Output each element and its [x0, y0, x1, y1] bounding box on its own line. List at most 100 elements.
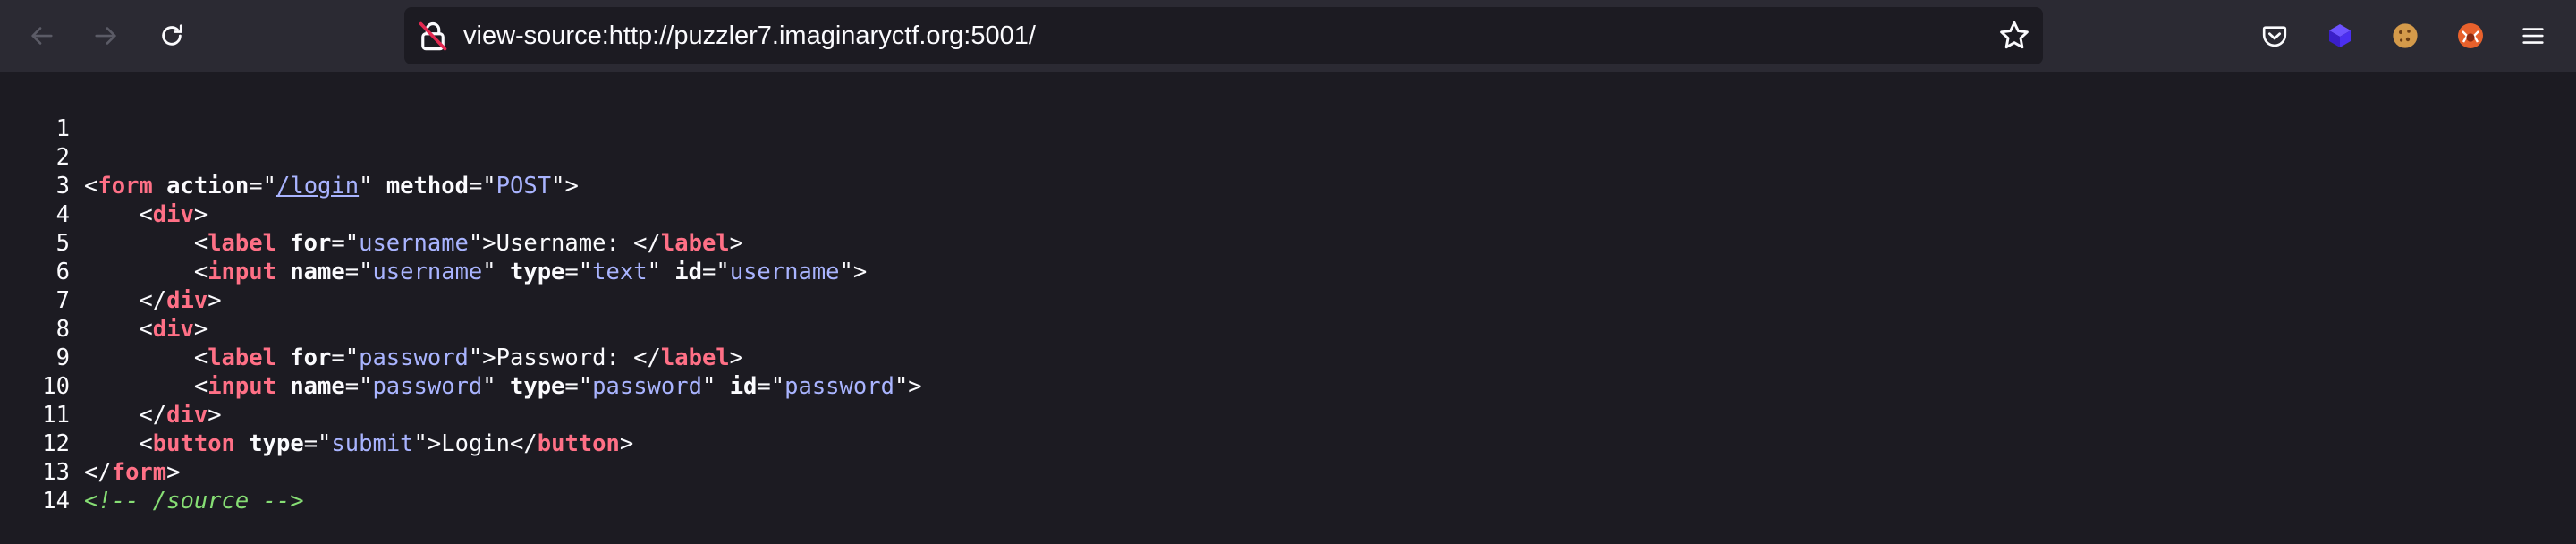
text-content: Login [441, 430, 511, 457]
token: </ [84, 459, 112, 486]
attr-name: type [510, 259, 565, 285]
tag-name: button [537, 430, 620, 457]
insecure-lock-icon[interactable] [417, 20, 449, 52]
token: > [193, 201, 208, 228]
token: =" [331, 344, 360, 371]
tag-name: div [152, 316, 194, 343]
attr-value: username [372, 259, 483, 285]
tag-name: input [208, 259, 276, 285]
tag-name: form [97, 173, 153, 200]
reload-button[interactable] [154, 18, 190, 54]
token: "> [551, 173, 579, 200]
tag-name: div [166, 287, 208, 314]
token: =" [702, 259, 730, 285]
star-icon[interactable] [1998, 20, 2030, 52]
pocket-icon [2262, 26, 2287, 47]
source-line: 6 </div> [0, 229, 222, 314]
token: < [84, 173, 98, 200]
extension-cookie-button[interactable] [2387, 18, 2423, 54]
token: </ [633, 344, 661, 371]
tag-name: button [152, 430, 235, 457]
url-bar[interactable]: view-source:http://puzzler7.imaginaryctf… [404, 7, 2043, 64]
source-link[interactable]: /login [276, 173, 359, 200]
token: </ [139, 402, 167, 429]
extension-fox-button[interactable] [2453, 18, 2488, 54]
line-number: 14 [42, 488, 70, 514]
attr-value: password [359, 344, 469, 371]
cube-extension-icon [2329, 24, 2351, 47]
tag-name: label [208, 344, 276, 371]
token: =" [344, 373, 373, 400]
line-code: <!-- /source --> [84, 487, 304, 515]
token: </ [510, 430, 538, 457]
attr-value: password [592, 373, 702, 400]
attr-name: method [386, 173, 469, 200]
attr-value: POST [496, 173, 552, 200]
token: "> [894, 373, 922, 400]
token: =" [249, 173, 276, 200]
token: " [647, 259, 661, 285]
source-line: 4 <label for="username">Username: </labe… [0, 172, 743, 257]
tag-name: label [208, 230, 276, 257]
attr-value: username [729, 259, 840, 285]
attr-value: username [359, 230, 469, 257]
source-line: 1 [0, 86, 70, 142]
source-line: 2 <form action="/login" method="POST"> [0, 115, 579, 200]
attr-name: name [290, 373, 345, 400]
attr-value: submit [331, 430, 414, 457]
line-code: <div> [84, 315, 208, 344]
attr-name: type [249, 430, 304, 457]
line-code: </div> [84, 401, 221, 429]
token: > [193, 316, 208, 343]
token: </ [139, 287, 167, 314]
token: < [139, 201, 153, 228]
tag-name: label [660, 344, 730, 371]
line-code: <form action="/login" method="POST"> [84, 172, 579, 200]
token: =" [564, 259, 593, 285]
menu-button[interactable] [2515, 18, 2551, 54]
source-line: 11 <button type="submit">Login</button> [0, 372, 633, 457]
source-line: 13 <!-- /source --> [0, 429, 303, 514]
token: "> [468, 344, 496, 371]
token: </ [633, 230, 661, 257]
attr-name: name [290, 259, 345, 285]
attr-name: action [166, 173, 250, 200]
line-code: <div> [84, 200, 208, 229]
token: > [166, 459, 181, 486]
line-code: <label for="username">Username: </label> [84, 229, 743, 258]
token: < [139, 316, 153, 343]
line-code: </div> [84, 286, 222, 315]
extension-cube-button[interactable] [2322, 18, 2358, 54]
token: "> [413, 430, 442, 457]
attr-name: id [729, 373, 758, 400]
source-line: 12 </form> [0, 401, 180, 486]
line-code: <input name="username" type="text" id="u… [84, 258, 867, 286]
attr-name: for [290, 230, 332, 257]
hamburger-menu-icon [2522, 28, 2544, 44]
token: =" [468, 173, 496, 200]
pocket-button[interactable] [2257, 18, 2292, 54]
source-line: 14 [0, 458, 70, 514]
view-source-content: 1 2 <form action="/login" method="POST">… [0, 72, 2576, 514]
text-content: Username: [496, 230, 634, 257]
browser-toolbar: view-source:http://puzzler7.imaginaryctf… [0, 0, 2576, 72]
back-button[interactable] [23, 18, 59, 54]
token: > [208, 287, 222, 314]
forward-button[interactable] [89, 18, 124, 54]
cookie-icon [2393, 23, 2418, 48]
attr-value: password [784, 373, 894, 400]
token: > [729, 344, 744, 371]
token: < [193, 344, 208, 371]
token: < [193, 259, 208, 285]
token: " [482, 373, 496, 400]
url-text[interactable]: view-source:http://puzzler7.imaginaryctf… [463, 7, 1036, 64]
token: =" [344, 259, 373, 285]
attr-name: for [290, 344, 332, 371]
token: "> [468, 230, 496, 257]
